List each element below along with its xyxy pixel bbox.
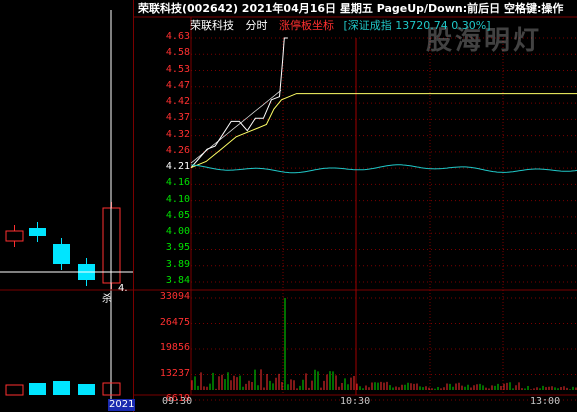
price-tick-label: 4.10: [165, 193, 190, 205]
price-tick-label: 4.16: [165, 177, 190, 189]
chart-mode: 分时: [245, 19, 268, 32]
kline-date-tag: 2021: [108, 399, 136, 411]
stock-name: 荣联科技: [190, 19, 234, 32]
limit-coord-label[interactable]: 涨停板坐标: [279, 19, 334, 32]
price-tick-label: 4.63: [165, 31, 190, 42]
kline-signal-mark: 杀: [102, 294, 112, 305]
price-tick-label: 4.26: [165, 144, 190, 156]
price-tick-label: 4.42: [165, 96, 190, 108]
price-tick-label: 3.89: [165, 258, 190, 270]
price-tick-label: 4.21: [165, 161, 190, 173]
volume-tick-label: 19856: [159, 342, 190, 353]
time-tick-label: 10:30: [340, 396, 371, 407]
index-line: [190, 164, 577, 174]
time-tick-label: 09:30: [162, 396, 193, 407]
panel-divider: [133, 0, 134, 412]
title-text: 荣联科技(002642) 2021年04月16日 星期五 PageUp/Down…: [138, 2, 564, 15]
price-tick-label: 4.58: [165, 47, 190, 59]
volume-tick-label: 13237: [159, 367, 190, 379]
price-tick-label: 4.53: [165, 63, 190, 75]
index-quote: [深证成指 13720.74 0.30%]: [343, 19, 491, 32]
price-tick-label: 4.05: [165, 209, 190, 221]
volume-tick-label: 33094: [159, 291, 190, 302]
volume-tick-label: 26475: [159, 316, 190, 328]
time-tick-label: 13:00: [530, 396, 561, 407]
price-tick-label: 4.00: [165, 226, 190, 238]
price-tick-label: 3.95: [165, 242, 190, 254]
kline-price-note: 4.: [118, 283, 128, 294]
title-bar: 荣联科技(002642) 2021年04月16日 星期五 PageUp/Down…: [134, 0, 577, 17]
price-tick-label: 3.84: [165, 275, 190, 286]
price-tick-label: 4.32: [165, 128, 190, 140]
chart-header: 荣联科技 分时 涨停板坐标 [深证成指 13720.74 0.30%]: [190, 19, 491, 33]
kline-panel[interactable]: [0, 0, 133, 412]
average-price-line: [190, 93, 577, 169]
price-tick-label: 4.47: [165, 79, 190, 91]
price-tick-label: 4.37: [165, 112, 190, 124]
